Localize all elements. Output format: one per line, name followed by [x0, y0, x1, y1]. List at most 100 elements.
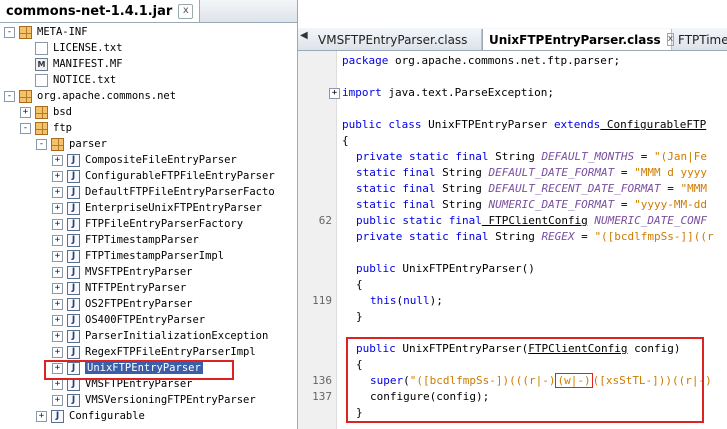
tree-item-label: NOTICE.txt — [53, 74, 117, 86]
tab-ftptimestamp[interactable]: FTPTimes — [672, 29, 727, 50]
java-class-icon: J — [67, 249, 80, 263]
collapse-icon[interactable]: - — [4, 27, 15, 38]
tab-unixftpentryparser[interactable]: UnixFTPEntryParser.class x — [482, 29, 675, 50]
expand-icon[interactable]: + — [52, 315, 63, 326]
tree-item-label: ftp — [53, 122, 72, 134]
tree-item-ftpfileentryparserfactory[interactable]: + J FTPFileEntryParserFactory — [52, 216, 243, 232]
tree-item-license-txt[interactable]: LICENSE.txt — [35, 40, 123, 56]
tree-item-ftptimestampparserimpl[interactable]: + J FTPTimestampParserImpl — [52, 248, 224, 264]
expand-icon[interactable]: + — [52, 155, 63, 166]
code-line-field: public static final FTPClientConfig NUME… — [356, 214, 708, 227]
editor-tab-bar: ◀ VMSFTPEntryParser.class UnixFTPEntryPa… — [298, 28, 727, 51]
tree-item-defaultftpfileentryparserfacto[interactable]: + J DefaultFTPFileEntryParserFacto — [52, 184, 275, 200]
line-number: 136 — [312, 374, 332, 387]
package-icon — [35, 121, 48, 135]
expand-icon[interactable]: + — [52, 235, 63, 246]
close-icon[interactable]: x — [178, 3, 194, 19]
line-number: 137 — [312, 390, 332, 403]
java-class-icon: J — [67, 265, 80, 279]
package-icon — [35, 105, 48, 119]
code-line-field: private static final String DEFAULT_MONT… — [356, 150, 708, 163]
java-class-icon: J — [51, 409, 64, 423]
fold-expand-icon[interactable]: + — [329, 88, 340, 99]
code-line-field: static final String NUMERIC_DATE_FORMAT … — [356, 198, 708, 211]
manifest-icon: M — [35, 57, 48, 71]
tree-item-parserinitializationexception[interactable]: + J ParserInitializationException — [52, 328, 268, 344]
tree-item-label: ConfigurableFTPFileEntryParser — [85, 170, 275, 182]
collapse-icon[interactable]: - — [36, 139, 47, 150]
expand-icon[interactable]: + — [52, 379, 63, 390]
tab-scroll-left-icon[interactable]: ◀ — [300, 30, 308, 41]
expand-icon[interactable]: + — [52, 347, 63, 358]
java-class-icon: J — [67, 201, 80, 215]
jar-tab-label: commons-net-1.4.1.jar — [6, 3, 173, 19]
code-line-this-call: this(null); — [370, 294, 443, 307]
tree-item-label: FTPTimestampParser — [85, 234, 199, 246]
tree-item-configurableftpfileentryparser[interactable]: + J ConfigurableFTPFileEntryParser — [52, 168, 275, 184]
java-class-icon: J — [67, 393, 80, 407]
tree-item-bsd[interactable]: + bsd — [20, 104, 72, 120]
expand-icon[interactable]: + — [20, 107, 31, 118]
jar-tab[interactable]: commons-net-1.4.1.jar x — [0, 0, 201, 22]
tree-item-meta-inf[interactable]: - META-INF — [4, 24, 88, 40]
expand-icon[interactable]: + — [52, 395, 63, 406]
tree-item-label: LICENSE.txt — [53, 42, 123, 54]
tree-item-label: MANIFEST.MF — [53, 58, 123, 70]
expand-icon[interactable]: + — [52, 219, 63, 230]
tree-item-parser[interactable]: - parser — [36, 136, 107, 152]
tree-item-label: bsd — [53, 106, 72, 118]
code-line-brace: { — [356, 278, 363, 291]
tree-item-enterpriseunixftpentryparser[interactable]: + J EnterpriseUnixFTPEntryParser — [52, 200, 263, 216]
java-class-icon: J — [67, 185, 80, 199]
code-line-field: private static final String REGEX = "([b… — [356, 230, 714, 243]
java-class-icon: J — [67, 217, 80, 231]
tree-item-mvsftpentryparser[interactable]: + J MVSFTPEntryParser — [52, 264, 192, 280]
tree-item-compositefileentryparser[interactable]: + J CompositeFileEntryParser — [52, 152, 237, 168]
tree-item-os400ftpentryparser[interactable]: + J OS400FTPEntryParser — [52, 312, 205, 328]
tree-item-label: VMSVersioningFTPEntryParser — [85, 394, 256, 406]
java-class-icon: J — [67, 169, 80, 183]
code-line-package: package org.apache.commons.net.ftp.parse… — [342, 54, 621, 67]
expand-icon[interactable]: + — [52, 331, 63, 342]
tree-item-ftp[interactable]: - ftp — [20, 120, 72, 136]
collapse-icon[interactable]: - — [20, 123, 31, 134]
code-line-class-decl: public class UnixFTPEntryParser extends … — [342, 118, 707, 131]
tree-item-label: parser — [69, 138, 107, 150]
tree-item-ftptimestampparser[interactable]: + J FTPTimestampParser — [52, 232, 199, 248]
code-line-field: static final String DEFAULT_RECENT_DATE_… — [356, 182, 708, 195]
constructor-annotation-box — [346, 337, 704, 423]
code-line-brace: { — [342, 134, 349, 147]
tree-item-vmsversioningftpentryparser[interactable]: + J VMSVersioningFTPEntryParser — [52, 392, 256, 408]
file-icon — [35, 73, 48, 87]
tab-vmsftpentryparser[interactable]: VMSFTPEntryParser.class — [312, 29, 482, 50]
tree-item-ntftpentryparser[interactable]: + J NTFTPEntryParser — [52, 280, 186, 296]
package-icon — [19, 25, 32, 39]
expand-icon[interactable]: + — [36, 411, 47, 422]
expand-icon[interactable]: + — [52, 171, 63, 182]
tree-item-label: EnterpriseUnixFTPEntryParser — [85, 202, 263, 214]
tree-item-os2ftpentryparser[interactable]: + J OS2FTPEntryParser — [52, 296, 192, 312]
expand-icon[interactable]: + — [52, 267, 63, 278]
tree-item-configurable[interactable]: + J Configurable — [36, 408, 145, 424]
editor-pane: ◀ VMSFTPEntryParser.class UnixFTPEntryPa… — [298, 0, 727, 429]
java-class-icon: J — [67, 329, 80, 343]
line-number: 62 — [318, 214, 332, 227]
code-line-import: import java.text.ParseException; — [342, 86, 554, 99]
collapse-icon[interactable]: - — [4, 91, 15, 102]
expand-icon[interactable]: + — [52, 187, 63, 198]
expand-icon[interactable]: + — [52, 299, 63, 310]
expand-icon[interactable]: + — [52, 203, 63, 214]
tree-item-org-apache-commons-net[interactable]: - org.apache.commons.net — [4, 88, 176, 104]
java-class-icon: J — [67, 281, 80, 295]
tree-item-manifest-mf[interactable]: M MANIFEST.MF — [35, 56, 123, 72]
expand-icon[interactable]: + — [52, 251, 63, 262]
tree-item-regexftpfileentryparserimpl[interactable]: + J RegexFTPFileEntryParserImpl — [52, 344, 256, 360]
java-class-icon: J — [67, 153, 80, 167]
tree-item-notice-txt[interactable]: NOTICE.txt — [35, 72, 116, 88]
code-line-field: static final String DEFAULT_DATE_FORMAT … — [356, 166, 708, 179]
java-class-icon: J — [67, 313, 80, 327]
expand-icon[interactable]: + — [52, 283, 63, 294]
line-number-gutter: 62 119 136 137 — [298, 51, 337, 429]
code-line-brace: } — [356, 310, 363, 323]
tab-label: VMSFTPEntryParser.class — [318, 32, 468, 47]
